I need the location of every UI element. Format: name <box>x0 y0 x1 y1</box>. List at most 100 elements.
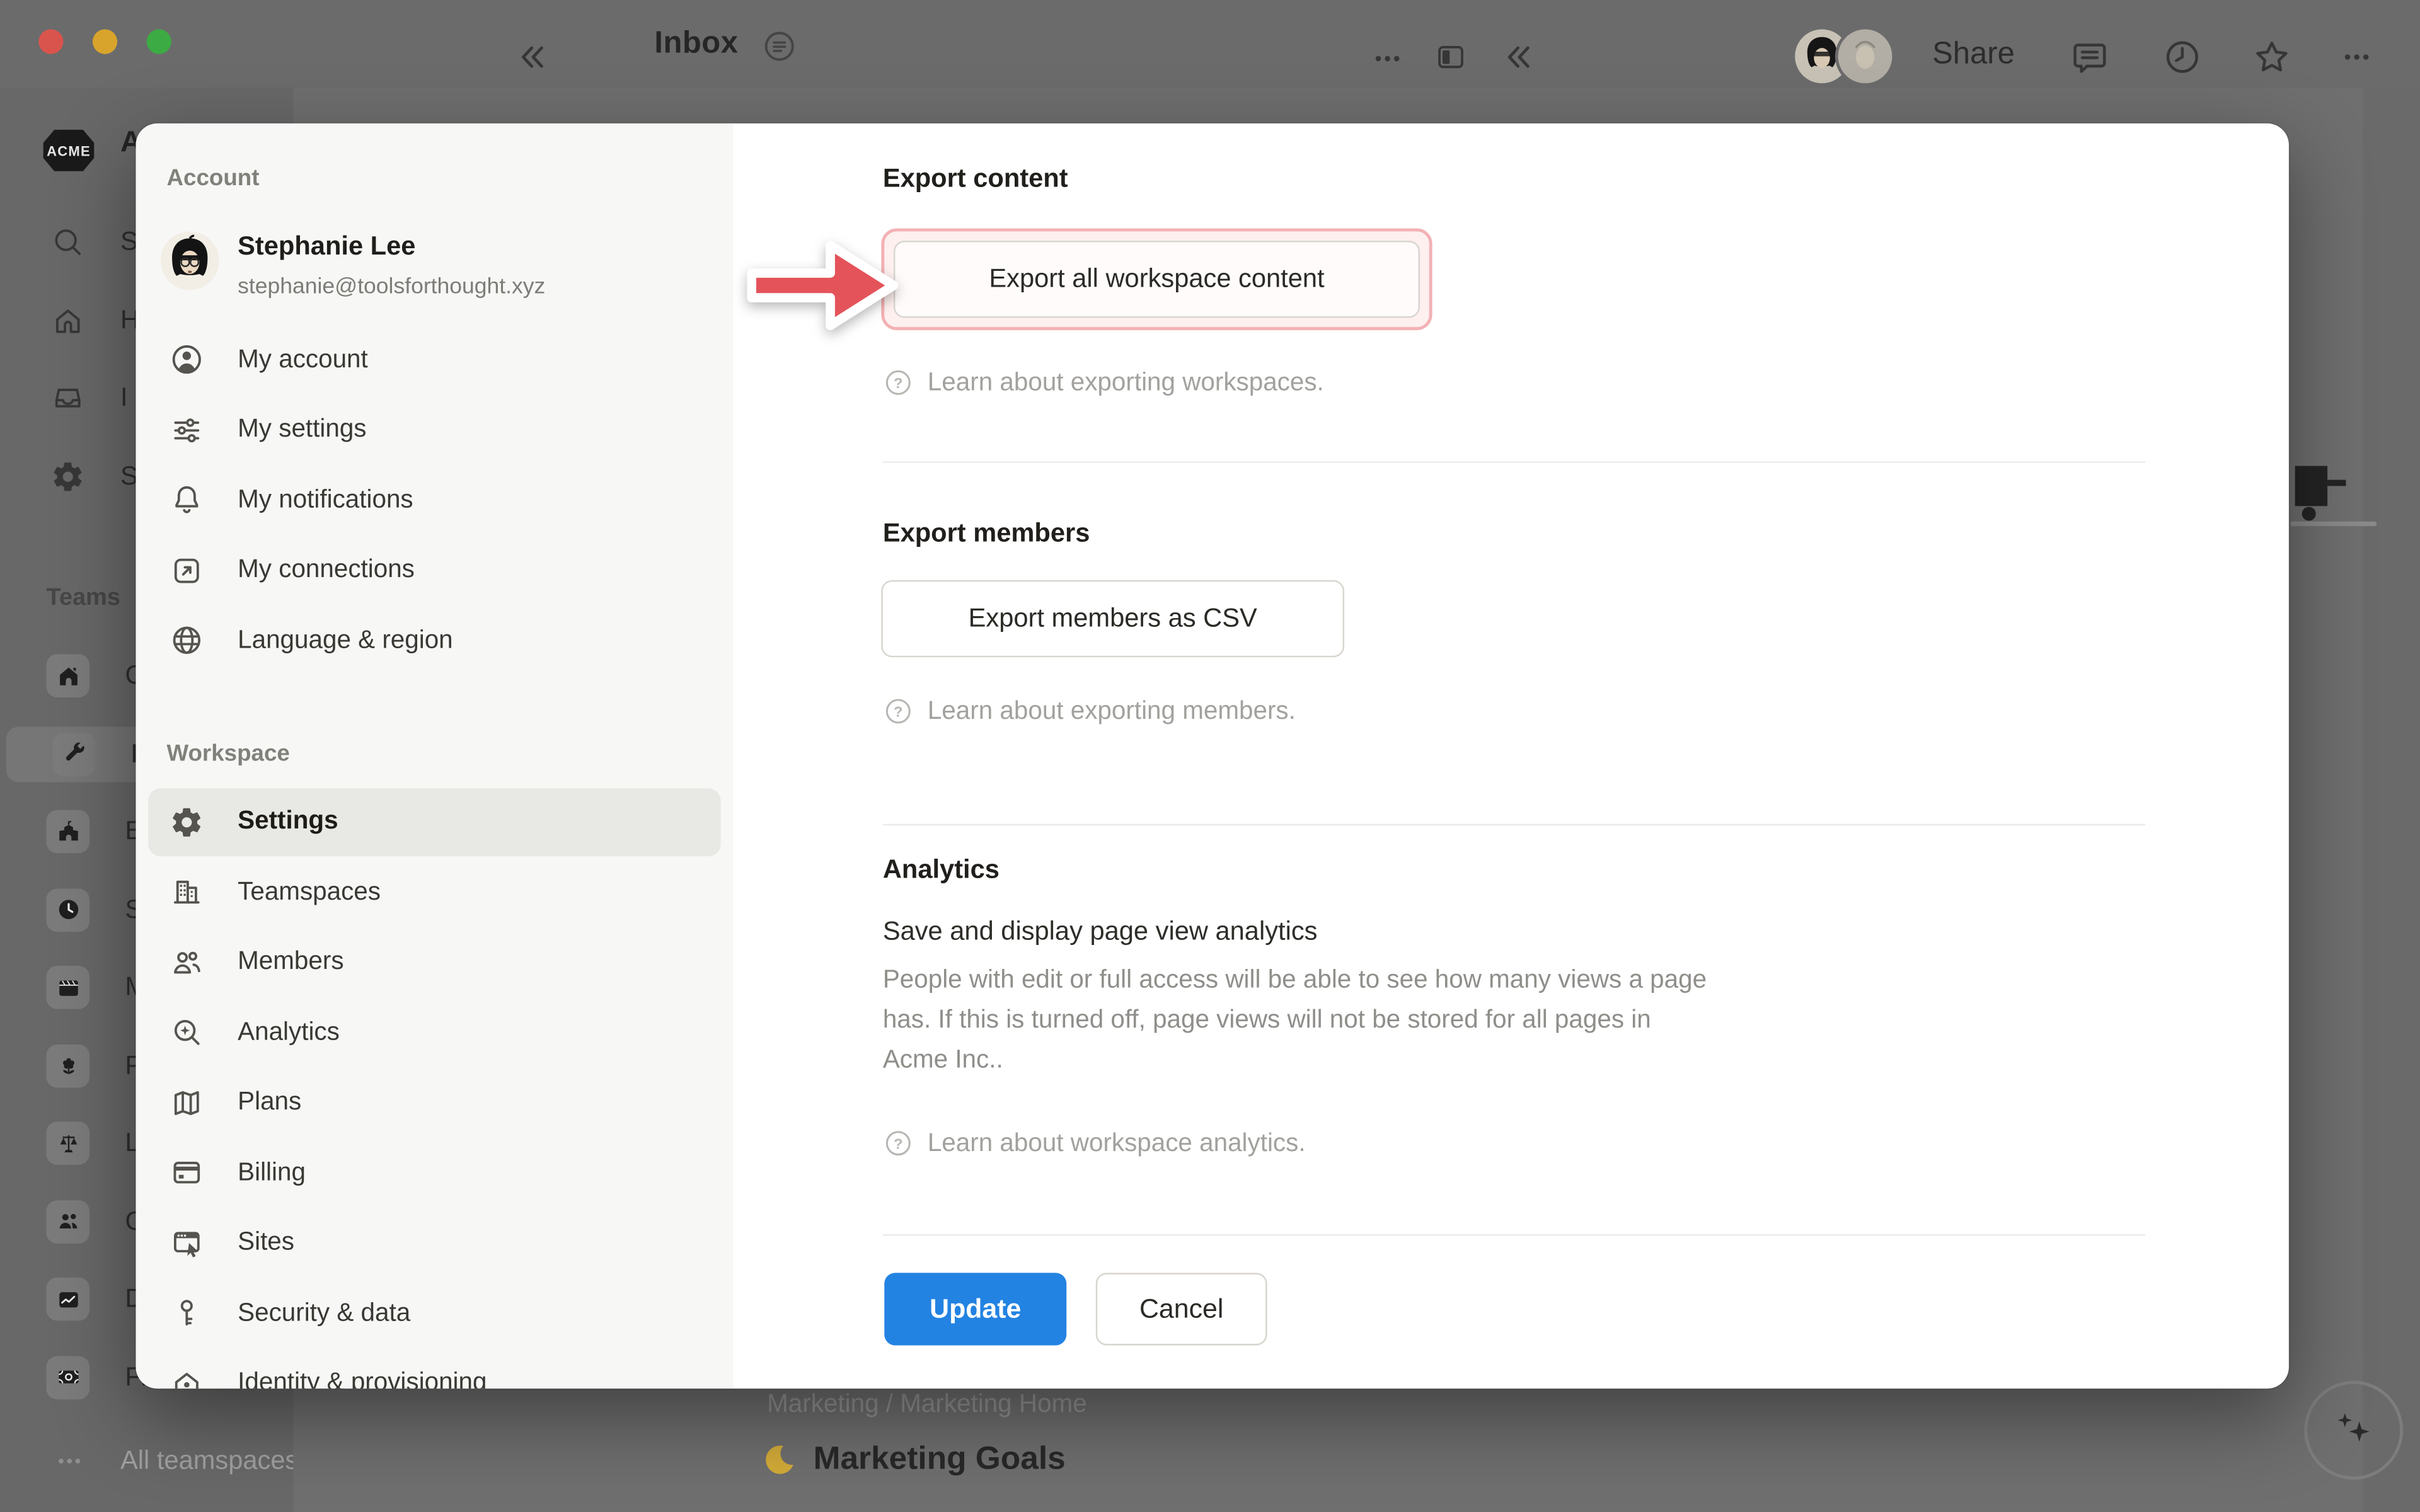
learn-exporting-workspaces-label: Learn about exporting workspaces. <box>928 368 1324 398</box>
update-button[interactable]: Update <box>884 1273 1066 1345</box>
nav-item-label: Sites <box>238 1228 294 1257</box>
nav-item-teamspaces[interactable]: Teamspaces <box>148 858 721 926</box>
chevrons-left-icon <box>1502 40 1536 74</box>
export-members-heading: Export members <box>883 518 1090 549</box>
workspace-logo: ACME <box>43 130 95 171</box>
nav-item-label: Plans <box>238 1088 301 1118</box>
bell-icon <box>170 483 204 517</box>
nav-item-security-data[interactable]: Security & data <box>148 1279 721 1347</box>
money-icon <box>46 1355 89 1399</box>
credit-card-icon <box>170 1155 204 1189</box>
globe-icon <box>170 623 204 657</box>
analytics-heading: Analytics <box>883 855 1000 886</box>
list-circle-icon <box>761 28 798 65</box>
workspace-section-label: Workspace <box>166 741 289 767</box>
nav-item-identity-provisioning[interactable]: Identity & provisioning <box>148 1349 721 1389</box>
people-filled-icon <box>46 1200 89 1243</box>
wrench-icon <box>52 732 96 776</box>
profile-row[interactable]: Stephanie Lee stephanie@toolsforthought.… <box>161 231 219 290</box>
person-circle-icon <box>170 343 204 377</box>
account-section-label: Account <box>166 165 259 192</box>
home-icon <box>51 303 85 337</box>
red-arrow-annotation <box>747 238 898 333</box>
nav-item-sites[interactable]: Sites <box>148 1209 721 1277</box>
teamspaces-section-label: Teams <box>46 585 120 612</box>
map-icon <box>170 1085 204 1120</box>
nav-item-plans[interactable]: Plans <box>148 1068 721 1137</box>
chevrons-left-icon <box>516 40 550 74</box>
nav-item-label: Analytics <box>238 1017 340 1047</box>
browser-cursor-icon <box>170 1226 204 1260</box>
learn-workspace-analytics-link[interactable]: ? Learn about workspace analytics. <box>883 1128 1306 1159</box>
search-icon <box>51 226 85 260</box>
star-icon <box>2252 37 2292 77</box>
nav-item-label: Language & region <box>238 626 453 655</box>
chart-icon <box>46 1278 89 1321</box>
nav-item-my-account[interactable]: My account <box>148 326 721 394</box>
nav-item-billing[interactable]: Billing <box>148 1138 721 1206</box>
nav-item-label: Security & data <box>238 1298 410 1328</box>
flower-icon <box>46 1044 89 1087</box>
export-content-heading: Export content <box>883 164 1068 195</box>
more-horizontal-icon <box>1371 42 1405 76</box>
svg-text:?: ? <box>894 704 902 720</box>
ai-sparkles-button <box>2304 1381 2403 1480</box>
section-divider <box>883 824 2145 825</box>
svg-text:?: ? <box>894 1135 902 1152</box>
more-horizontal-icon <box>54 1446 85 1477</box>
nav-item-label: Billing <box>238 1158 306 1188</box>
sparkles-icon <box>2327 1404 2380 1457</box>
question-circle-icon: ? <box>883 367 914 398</box>
page-title-row: Marketing Goals <box>761 1441 1065 1478</box>
nav-item-label: Members <box>238 948 343 977</box>
gear-icon <box>51 459 85 493</box>
collaborator-avatar <box>1838 30 1893 84</box>
cancel-button[interactable]: Cancel <box>1096 1273 1267 1345</box>
nav-item-label: Teamspaces <box>238 877 381 907</box>
analytics-setting-title: Save and display page view analytics <box>883 917 1318 948</box>
nav-item-my-connections[interactable]: My connections <box>148 536 721 604</box>
analytics-setting-description: People with edit or full access will be … <box>883 959 2056 1080</box>
nav-item-label: Identity & provisioning <box>238 1368 487 1389</box>
clapper-icon <box>46 966 89 1009</box>
footer-divider <box>883 1234 2145 1235</box>
traffic-light-minimize[interactable] <box>93 30 117 54</box>
user-name: Stephanie Lee <box>238 231 415 262</box>
panel-left-icon <box>1434 40 1468 74</box>
nav-item-my-notifications[interactable]: My notifications <box>148 466 721 534</box>
user-avatar <box>161 231 219 290</box>
comment-icon <box>2070 37 2110 77</box>
nav-item-settings[interactable]: Settings <box>148 788 721 856</box>
window-titlebar: Inbox Share <box>0 0 2420 88</box>
settings-modal: Account Stephanie Lee stephanie@toolsfor… <box>136 123 2289 1389</box>
key-icon <box>170 1296 204 1330</box>
nav-item-label: My notifications <box>238 485 413 515</box>
export-all-workspace-content-button[interactable]: Export all workspace content <box>894 241 1420 318</box>
right-panel-edge <box>2363 88 2420 1512</box>
export-members-csv-button[interactable]: Export members as CSV <box>881 580 1344 657</box>
search-sparkle-icon <box>170 1015 204 1049</box>
cart-illustration <box>2290 463 2383 610</box>
learn-workspace-analytics-label: Learn about workspace analytics. <box>928 1128 1306 1158</box>
arrow-up-right-square-icon <box>170 553 204 587</box>
learn-exporting-members-label: Learn about exporting members. <box>928 697 1296 726</box>
nav-item-label: Settings <box>238 807 338 837</box>
nav-item-my-settings[interactable]: My settings <box>148 396 721 464</box>
nav-item-language-region[interactable]: Language & region <box>148 606 721 674</box>
screenshot-stage: Inbox Share ACME A SHIS Teams CPESMPLCDF… <box>0 0 2420 1512</box>
clock-icon <box>2162 37 2203 77</box>
page-title: Marketing Goals <box>814 1441 1066 1478</box>
traffic-light-close[interactable] <box>38 30 63 54</box>
school-icon <box>46 810 89 854</box>
traffic-light-zoom[interactable] <box>147 30 171 54</box>
gear-icon <box>170 805 204 839</box>
inbox-icon <box>51 381 85 415</box>
sliders-icon <box>170 413 204 447</box>
learn-exporting-members-link[interactable]: ? Learn about exporting members. <box>883 696 1296 726</box>
nav-item-label: My account <box>238 345 368 374</box>
learn-exporting-workspaces-link[interactable]: ? Learn about exporting workspaces. <box>883 367 1324 398</box>
people-icon <box>170 945 204 979</box>
page-title-topbar: Inbox <box>654 26 738 62</box>
nav-item-members[interactable]: Members <box>148 928 721 996</box>
nav-item-analytics[interactable]: Analytics <box>148 998 721 1066</box>
